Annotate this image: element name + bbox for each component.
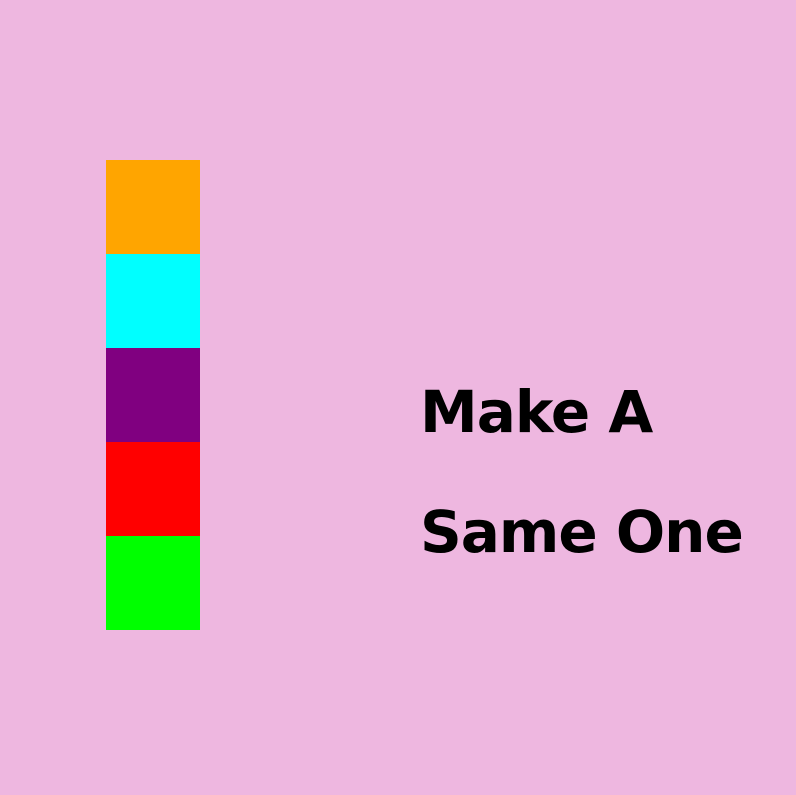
color-block-cyan[interactable]: [106, 254, 200, 348]
instruction-line-2: Same One: [420, 498, 744, 566]
color-block-red[interactable]: [106, 442, 200, 536]
instruction-text: Make A Same One: [420, 352, 744, 592]
color-block-orange[interactable]: [106, 160, 200, 254]
color-block-stack: [106, 160, 200, 630]
color-block-purple[interactable]: [106, 348, 200, 442]
game-canvas: Make A Same One: [0, 0, 796, 795]
instruction-line-1: Make A: [420, 378, 653, 446]
color-block-green[interactable]: [106, 536, 200, 630]
